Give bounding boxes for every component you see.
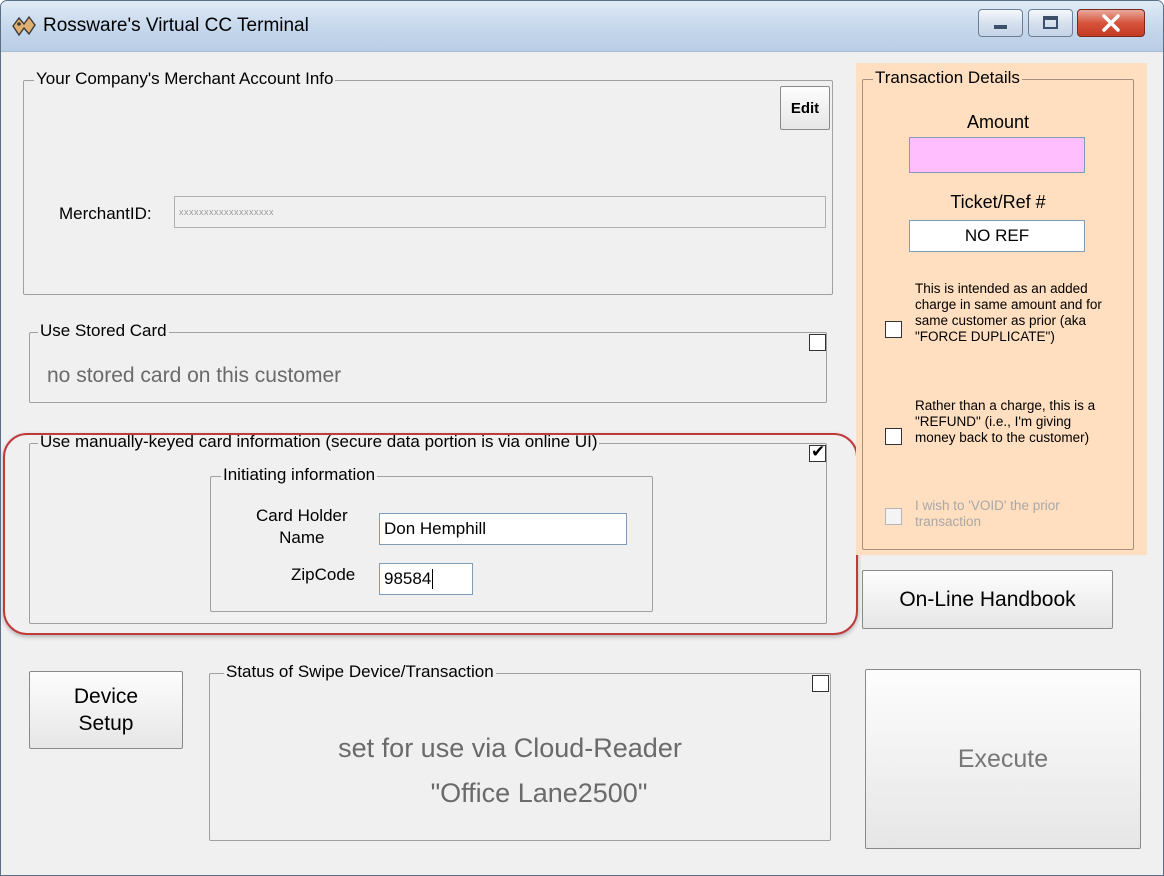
merchant-id-field[interactable]: xxxxxxxxxxxxxxxxxxx [174,196,826,228]
transaction-details-panel: Transaction Details Amount Ticket/Ref # … [856,63,1147,555]
highlight-annotation [3,433,858,635]
app-logo-icon [12,15,36,37]
edit-button[interactable]: Edit [780,86,830,130]
device-setup-line1: Device [73,685,139,708]
refund-text: Rather than a charge, this is a "REFUND"… [915,398,1096,445]
title-bar: Rossware's Virtual CC Terminal [1,1,1163,52]
swipe-status-group: Status of Swipe Device/Transaction set f… [209,662,831,841]
swipe-status-line2: "Office Lane2500" [430,778,648,808]
refund-checkbox[interactable] [885,428,902,445]
maximize-icon [1043,16,1058,29]
void-text: I wish to 'VOID' the prior transaction [915,498,1060,529]
swipe-status-line1: set for use via Cloud-Reader [338,733,682,763]
app-window: Rossware's Virtual CC Terminal Your Comp… [0,0,1164,876]
maximize-button[interactable] [1028,9,1073,37]
merchant-id-label: MerchantID: [59,204,152,223]
stored-card-group: Use Stored Card no stored card on this c… [29,321,827,403]
minimize-icon [994,25,1007,29]
swipe-status-legend: Status of Swipe Device/Transaction [224,662,496,682]
transaction-details-legend: Transaction Details [873,68,1022,88]
merchant-account-legend: Your Company's Merchant Account Info [34,69,336,89]
minimize-button[interactable] [978,9,1023,37]
swipe-status-message: set for use via Cloud-Reader "Office Lan… [210,726,810,816]
online-handbook-button[interactable]: On-Line Handbook [862,570,1113,629]
stored-card-checkbox[interactable] [809,334,826,351]
force-duplicate-checkbox[interactable] [885,321,902,338]
device-setup-button[interactable]: Device Setup [29,671,183,749]
ticket-ref-value: NO REF [964,226,1030,245]
force-duplicate-text: This is intended as an added charge in s… [915,281,1102,344]
ticket-ref-input[interactable]: NO REF [909,220,1085,252]
stored-card-message: no stored card on this customer [47,364,342,387]
merchant-account-group: Your Company's Merchant Account Info Edi… [23,69,833,295]
device-setup-line2: Setup [78,712,134,735]
void-checkbox[interactable] [885,508,902,525]
swipe-status-checkbox[interactable] [812,675,829,692]
stored-card-legend: Use Stored Card [38,321,169,341]
close-button[interactable] [1077,9,1145,37]
amount-input[interactable] [909,137,1085,173]
close-icon [1102,14,1120,32]
window-title: Rossware's Virtual CC Terminal [43,15,309,36]
merchant-id-value: xxxxxxxxxxxxxxxxxxx [179,207,274,217]
ticket-ref-label: Ticket/Ref # [950,192,1046,212]
transaction-details-group: Transaction Details Amount Ticket/Ref # … [862,68,1134,550]
execute-button[interactable]: Execute [865,669,1141,849]
amount-label: Amount [966,112,1030,132]
